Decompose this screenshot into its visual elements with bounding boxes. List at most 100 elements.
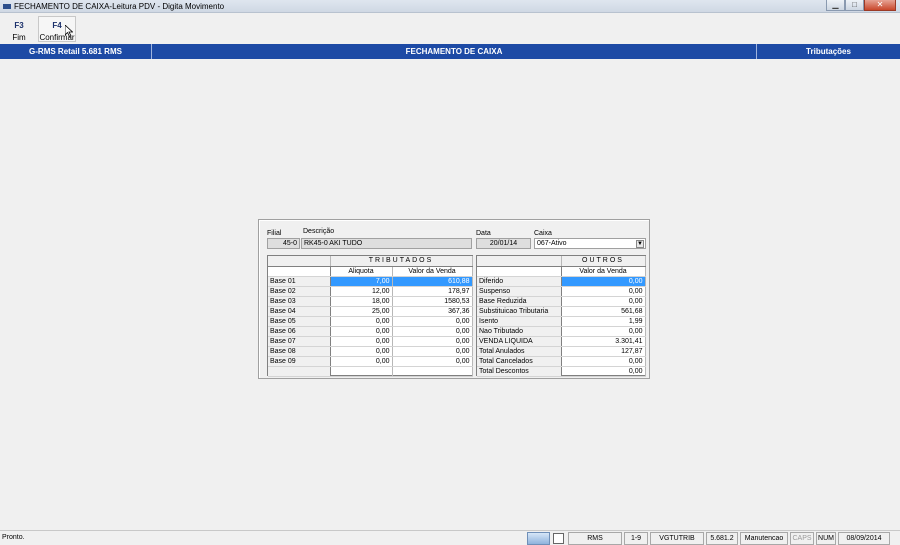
table-row[interactable]: Base 07 0,00 0,00 <box>268 336 473 347</box>
row-label: Base 05 <box>268 316 331 327</box>
valor-cell[interactable]: 0,00 <box>392 336 473 347</box>
empty-cell[interactable] <box>330 366 393 377</box>
caixa-select[interactable]: 067-Ativo ▼ <box>534 238 646 249</box>
mouse-cursor-icon <box>65 25 73 37</box>
table-row[interactable]: Nao Tributado 0,00 <box>477 326 646 337</box>
valor-cell[interactable]: 367,36 <box>392 306 473 317</box>
row-label: Base 02 <box>268 286 331 297</box>
valor-cell[interactable]: 0,00 <box>561 296 646 307</box>
valor-cell[interactable]: 3.301,41 <box>561 336 646 347</box>
fim-button[interactable]: F3 Fim <box>0 16 38 42</box>
table-row[interactable]: Base 05 0,00 0,00 <box>268 316 473 327</box>
table-row[interactable]: Base 08 0,00 0,00 <box>268 346 473 357</box>
valor-header: Valor da Venda <box>561 266 646 277</box>
table-row[interactable]: Total Descontos 0,00 <box>477 366 646 377</box>
valor-header: Valor da Venda <box>392 266 473 277</box>
row-label: Base 06 <box>268 326 331 337</box>
table-row[interactable]: VENDA LIQUIDA 3.301,41 <box>477 336 646 347</box>
caixa-value: 067-Ativo <box>537 240 567 247</box>
status-module: VGTUTRIB <box>650 532 704 545</box>
valor-cell[interactable]: 0,00 <box>561 356 646 367</box>
valor-cell[interactable]: 0,00 <box>561 276 646 287</box>
table-row[interactable]: Isento 1,99 <box>477 316 646 327</box>
system-name: G-RMS Retail 5.681 RMS <box>0 44 152 59</box>
document-icon[interactable] <box>553 533 564 544</box>
table-row[interactable]: Base 01 7,00 610,88 <box>268 276 473 287</box>
valor-cell[interactable]: 0,00 <box>392 326 473 337</box>
corner-cell <box>477 256 562 267</box>
table-row[interactable] <box>268 366 473 377</box>
screen-title: FECHAMENTO DE CAIXA <box>405 47 503 56</box>
corner-cell <box>268 266 331 277</box>
maximize-button[interactable]: □ <box>845 0 864 11</box>
aliquota-cell[interactable]: 0,00 <box>330 326 393 337</box>
table-row[interactable]: Base 03 18,00 1580,53 <box>268 296 473 307</box>
aliquota-cell[interactable]: 7,00 <box>330 276 393 287</box>
valor-cell[interactable]: 0,00 <box>561 326 646 337</box>
table-row[interactable]: Base 04 25,00 367,36 <box>268 306 473 317</box>
status-bar: Pronto. RMS 1-9 VGTUTRIB 5.681.2 Manuten… <box>0 530 900 545</box>
status-mode: Manutencao <box>740 532 788 545</box>
row-label: Total Descontos <box>477 366 562 377</box>
tributados-grid: TRIBUTADOS Aliquota Valor da Venda Base … <box>267 255 473 377</box>
aliquota-cell[interactable]: 0,00 <box>330 336 393 347</box>
table-row[interactable]: Base 02 12,00 178,97 <box>268 286 473 297</box>
table-row[interactable]: Base 09 0,00 0,00 <box>268 356 473 367</box>
valor-cell[interactable]: 1,99 <box>561 316 646 327</box>
row-label: Substituicao Tributaria <box>477 306 562 317</box>
row-label: Isento <box>477 316 562 327</box>
table-row[interactable]: Suspenso 0,00 <box>477 286 646 297</box>
tributados-title: TRIBUTADOS <box>330 256 473 267</box>
aliquota-cell[interactable]: 0,00 <box>330 346 393 357</box>
table-row[interactable]: Base Reduzida 0,00 <box>477 296 646 307</box>
valor-cell[interactable]: 0,00 <box>392 356 473 367</box>
valor-cell[interactable]: 0,00 <box>561 286 646 297</box>
row-label: Base 09 <box>268 356 331 367</box>
aliquota-cell[interactable]: 0,00 <box>330 356 393 367</box>
descricao-field[interactable]: RK45-0 AKI TUDO <box>301 238 472 249</box>
valor-cell[interactable]: 0,00 <box>392 346 473 357</box>
table-row[interactable]: Diferido 0,00 <box>477 276 646 287</box>
filial-field[interactable]: 45-0 <box>267 238 300 249</box>
close-button[interactable]: ✕ <box>864 0 896 11</box>
f3-key-label: F3 <box>14 21 24 30</box>
aliquota-cell[interactable]: 25,00 <box>330 306 393 317</box>
data-label: Data <box>476 230 491 237</box>
row-label: VENDA LIQUIDA <box>477 336 562 347</box>
status-date: 08/09/2014 <box>838 532 890 545</box>
aliquota-cell[interactable]: 0,00 <box>330 316 393 327</box>
table-row[interactable]: Total Cancelados 0,00 <box>477 356 646 367</box>
dropdown-arrow-icon[interactable]: ▼ <box>636 240 644 248</box>
tributacoes-tab[interactable]: Tributações <box>756 44 900 59</box>
valor-cell[interactable]: 127,87 <box>561 346 646 357</box>
valor-cell[interactable]: 0,00 <box>392 316 473 327</box>
window-controls: ▁ □ ✕ <box>826 0 896 12</box>
row-label: Base 08 <box>268 346 331 357</box>
aliquota-header: Aliquota <box>330 266 393 277</box>
table-row[interactable]: Base 06 0,00 0,00 <box>268 326 473 337</box>
status-range: 1-9 <box>624 532 648 545</box>
status-num: NUM <box>816 532 836 545</box>
valor-cell[interactable]: 561,68 <box>561 306 646 317</box>
aliquota-cell[interactable]: 12,00 <box>330 286 393 297</box>
table-row[interactable]: Total Anulados 127,87 <box>477 346 646 357</box>
calendar-icon[interactable] <box>527 532 550 545</box>
row-label: Nao Tributado <box>477 326 562 337</box>
row-label: Base 01 <box>268 276 331 287</box>
title-bar: FECHAMENTO DE CAIXA-Leitura PDV - Digita… <box>0 0 900 13</box>
outros-grid: OUTROS Valor da Venda Diferido 0,00 Susp… <box>476 255 646 377</box>
outros-title: OUTROS <box>561 256 646 267</box>
caixa-label: Caixa <box>534 230 552 237</box>
empty-cell[interactable] <box>392 366 473 377</box>
valor-cell[interactable]: 1580,53 <box>392 296 473 307</box>
aliquota-cell[interactable]: 18,00 <box>330 296 393 307</box>
valor-cell[interactable]: 0,00 <box>561 366 646 377</box>
valor-cell[interactable]: 610,88 <box>392 276 473 287</box>
corner-cell <box>268 256 331 267</box>
data-field[interactable]: 20/01/14 <box>476 238 531 249</box>
valor-cell[interactable]: 178,97 <box>392 286 473 297</box>
tributados-table: TRIBUTADOS Aliquota Valor da Venda Base … <box>268 256 473 377</box>
descricao-label: Descrição <box>303 228 335 235</box>
minimize-button[interactable]: ▁ <box>826 0 845 11</box>
table-row[interactable]: Substituicao Tributaria 561,68 <box>477 306 646 317</box>
